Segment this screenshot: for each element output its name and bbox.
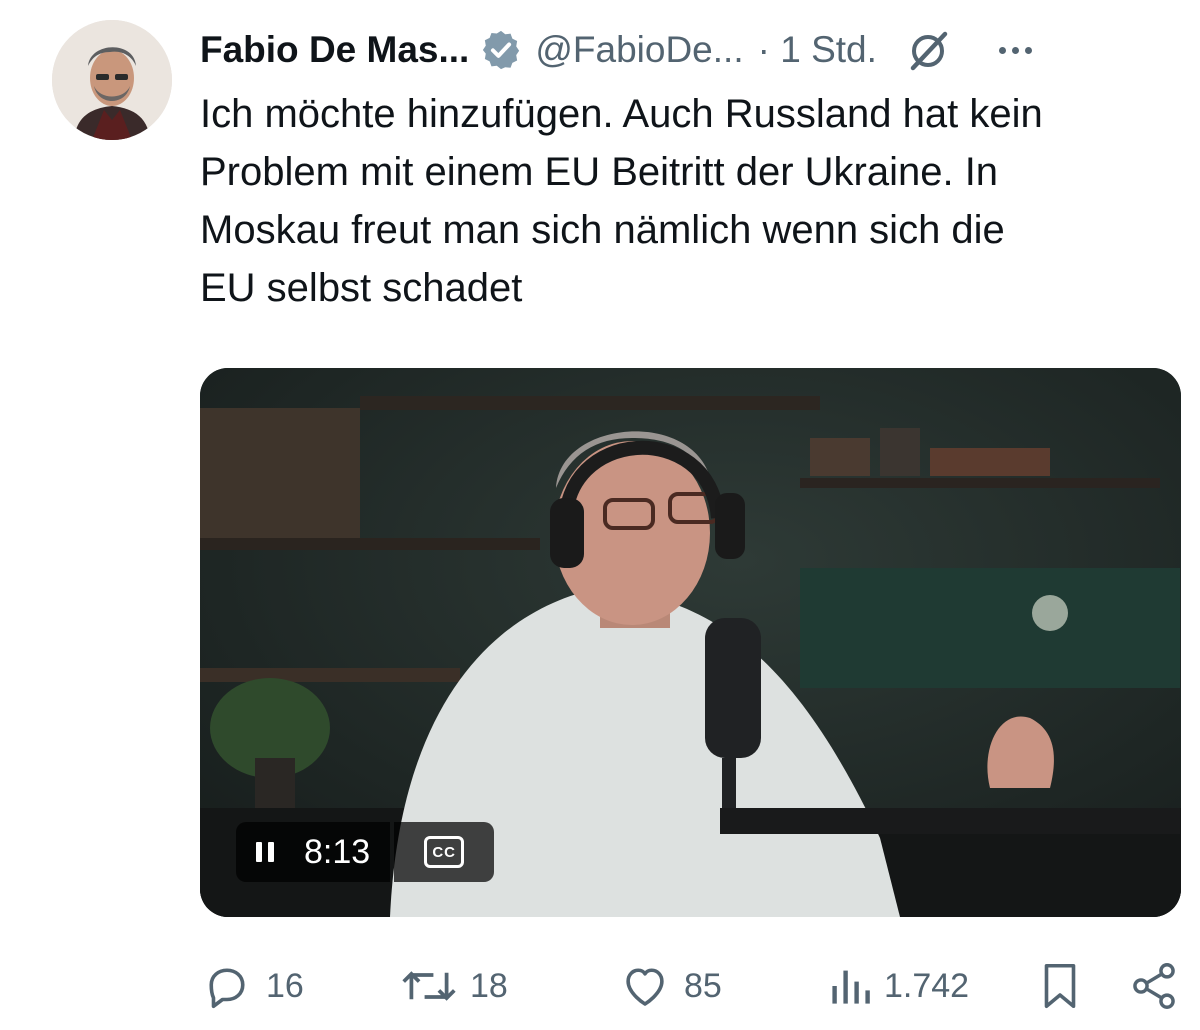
like-icon [626,968,664,1006]
reply-icon [209,968,245,1009]
like-button[interactable]: 85 [618,956,722,1016]
more-icon[interactable] [998,46,1032,54]
author-name[interactable]: Fabio De Mas... [200,29,469,71]
tweet-header: Fabio De Mas... @FabioDe... · 1 Std. [200,22,1180,78]
author-handle[interactable]: @FabioDe... [535,29,743,71]
repost-icon [402,971,456,1001]
tweet-text-line: Problem mit einem EU Beitritt der Ukrain… [200,150,999,194]
share-button[interactable] [1128,956,1180,1016]
tweet-text: Ich möchte hinzufügen. Auch Russland hat… [200,85,1180,317]
views-button[interactable]: 1.742 [828,956,969,1016]
tweet-text-line: Moskau freut man sich nämlich wenn sich … [200,208,1005,252]
bookmark-button[interactable] [1036,956,1084,1016]
tweet-text-line: Ich möchte hinzufügen. Auch Russland hat… [200,92,1043,136]
repost-button[interactable]: 18 [396,956,508,1016]
like-count: 85 [684,966,722,1005]
grok-icon[interactable] [905,26,953,74]
avatar[interactable] [52,20,172,140]
share-icon [1133,963,1175,1009]
views-icon [832,970,870,1004]
video-controls: 8:13 CC [236,822,495,882]
cc-icon: CC [424,836,465,868]
captions-button[interactable]: CC [394,822,495,882]
playback-control[interactable]: 8:13 [236,822,391,882]
tweet-text-line: EU selbst schadet [200,266,523,310]
view-count: 1.742 [884,966,970,1005]
video-duration: 8:13 [304,832,371,871]
bookmark-icon [1044,963,1076,1009]
reply-button[interactable]: 16 [200,956,304,1016]
verified-badge-icon [483,30,520,70]
pause-icon[interactable] [256,842,274,862]
avatar-portrait [52,20,172,140]
tweet-timestamp[interactable]: · 1 Std. [758,29,877,71]
reply-count: 16 [266,966,304,1005]
repost-count: 18 [470,966,508,1005]
action-bar: 16 18 85 1.742 [200,956,1190,1016]
